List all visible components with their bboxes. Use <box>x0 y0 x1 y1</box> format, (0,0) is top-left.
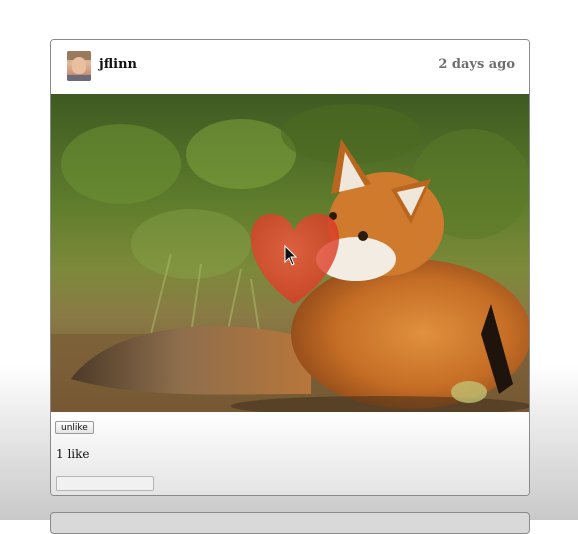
comment-input[interactable] <box>56 476 154 491</box>
post-photo[interactable] <box>51 94 529 412</box>
fox-photo <box>51 94 529 412</box>
post-timestamp: 2 days ago <box>438 57 515 72</box>
next-post-card <box>50 512 530 534</box>
post-header: jflinn 2 days ago <box>51 40 529 94</box>
post-card: jflinn 2 days ago unlike 1 like <box>50 39 530 496</box>
avatar-shirt <box>67 75 91 81</box>
user-avatar[interactable] <box>67 51 91 81</box>
post-footer: unlike 1 like <box>51 412 529 495</box>
unlike-button[interactable]: unlike <box>55 421 94 434</box>
avatar-face <box>72 57 86 74</box>
like-count: 1 like <box>56 447 90 461</box>
username-link[interactable]: jflinn <box>99 57 137 72</box>
